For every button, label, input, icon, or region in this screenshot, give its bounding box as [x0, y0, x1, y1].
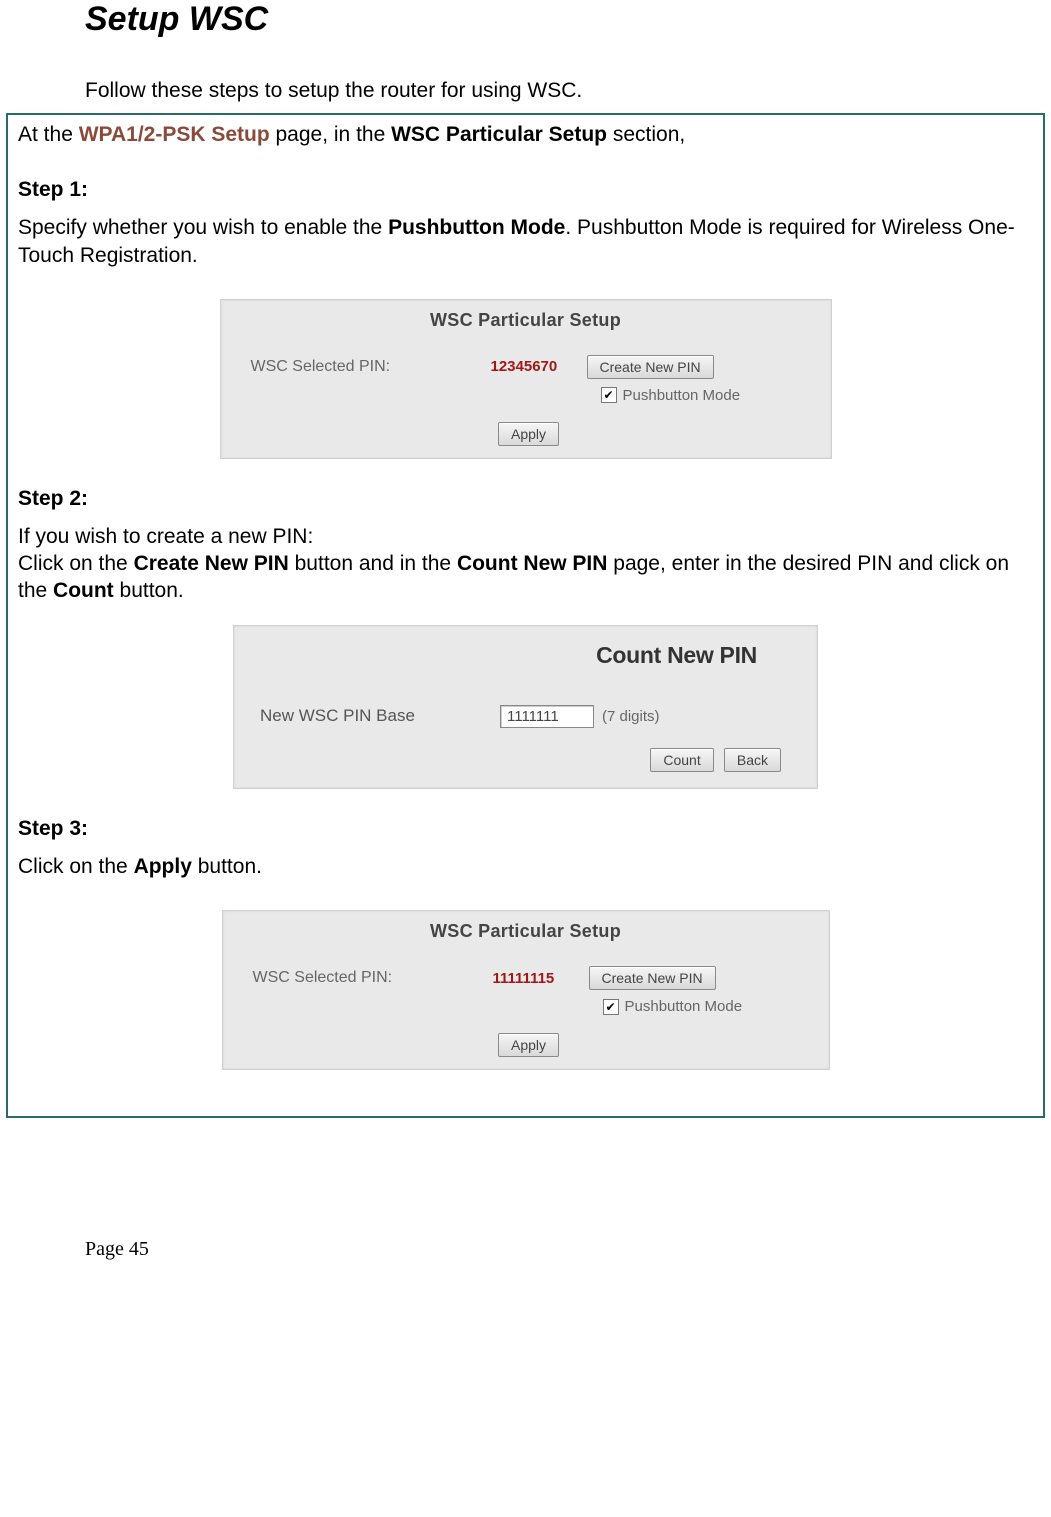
- box-intro-prefix: At the: [18, 123, 79, 146]
- count-new-pin-term: Count New PIN: [457, 552, 608, 575]
- page-title: Setup WSC: [85, 0, 1051, 39]
- panel3-title: WSC Particular Setup: [223, 911, 829, 966]
- pushbutton-checkbox-2[interactable]: ✔: [603, 999, 619, 1015]
- step3-suffix: button.: [192, 855, 262, 878]
- apply-button-2[interactable]: Apply: [498, 1033, 559, 1057]
- pushbutton-label-1: Pushbutton Mode: [623, 387, 741, 404]
- count-new-pin-panel: Count New PIN New WSC PIN Base 1111111 (…: [233, 625, 818, 789]
- page-number: Page 45: [85, 1238, 1051, 1261]
- pin-value-1: 12345670: [491, 358, 581, 375]
- step3-label: Step 3:: [18, 817, 1033, 841]
- panel2-title: Count New PIN: [234, 626, 817, 705]
- count-term: Count: [53, 579, 114, 602]
- pushbutton-checkbox-1[interactable]: ✔: [601, 387, 617, 403]
- create-new-pin-button-2[interactable]: Create New PIN: [589, 966, 716, 990]
- pushbutton-mode-term: Pushbutton Mode: [388, 216, 565, 239]
- count-button[interactable]: Count: [650, 748, 713, 772]
- step1-prefix: Specify whether you wish to enable the: [18, 216, 388, 239]
- wsc-particular-setup-panel-2: WSC Particular Setup WSC Selected PIN: 1…: [222, 910, 830, 1070]
- step2-line1: If you wish to create a new PIN:: [18, 525, 313, 548]
- step1-text: Specify whether you wish to enable the P…: [18, 214, 1033, 269]
- pin-value-2: 11111115: [493, 970, 583, 987]
- pushbutton-label-2: Pushbutton Mode: [625, 998, 743, 1015]
- step2-l2-prefix: Click on the: [18, 552, 134, 575]
- pin-label-2: WSC Selected PIN:: [253, 969, 493, 987]
- step1-label: Step 1:: [18, 178, 1033, 202]
- pin-digits-suffix: (7 digits): [602, 708, 660, 725]
- step3-text: Click on the Apply button.: [18, 853, 1033, 880]
- wsc-section-name: WSC Particular Setup: [391, 123, 607, 146]
- create-new-pin-term: Create New PIN: [134, 552, 289, 575]
- box-intro: At the WPA1/2-PSK Setup page, in the WSC…: [18, 121, 1033, 148]
- step2-text: If you wish to create a new PIN: Click o…: [18, 523, 1033, 605]
- box-intro-mid: page, in the: [270, 123, 391, 146]
- create-new-pin-button-1[interactable]: Create New PIN: [587, 355, 714, 379]
- back-button[interactable]: Back: [724, 748, 781, 772]
- new-pin-base-input[interactable]: 1111111: [500, 705, 594, 728]
- apply-button-1[interactable]: Apply: [498, 422, 559, 446]
- step2-l2-mid1: button and in the: [289, 552, 457, 575]
- step3-prefix: Click on the: [18, 855, 134, 878]
- step2-l2-suffix: button.: [114, 579, 184, 602]
- step2-label: Step 2:: [18, 487, 1033, 511]
- box-intro-suffix: section,: [607, 123, 685, 146]
- intro-text: Follow these steps to setup the router f…: [85, 79, 1051, 103]
- pin-label-1: WSC Selected PIN:: [251, 358, 491, 376]
- apply-term: Apply: [134, 855, 192, 878]
- content-box: At the WPA1/2-PSK Setup page, in the WSC…: [6, 113, 1045, 1118]
- new-pin-base-label: New WSC PIN Base: [260, 706, 500, 726]
- wsc-particular-setup-panel-1: WSC Particular Setup WSC Selected PIN: 1…: [220, 299, 832, 459]
- panel1-title: WSC Particular Setup: [221, 300, 831, 355]
- wpa-setup-link[interactable]: WPA1/2-PSK Setup: [79, 123, 270, 146]
